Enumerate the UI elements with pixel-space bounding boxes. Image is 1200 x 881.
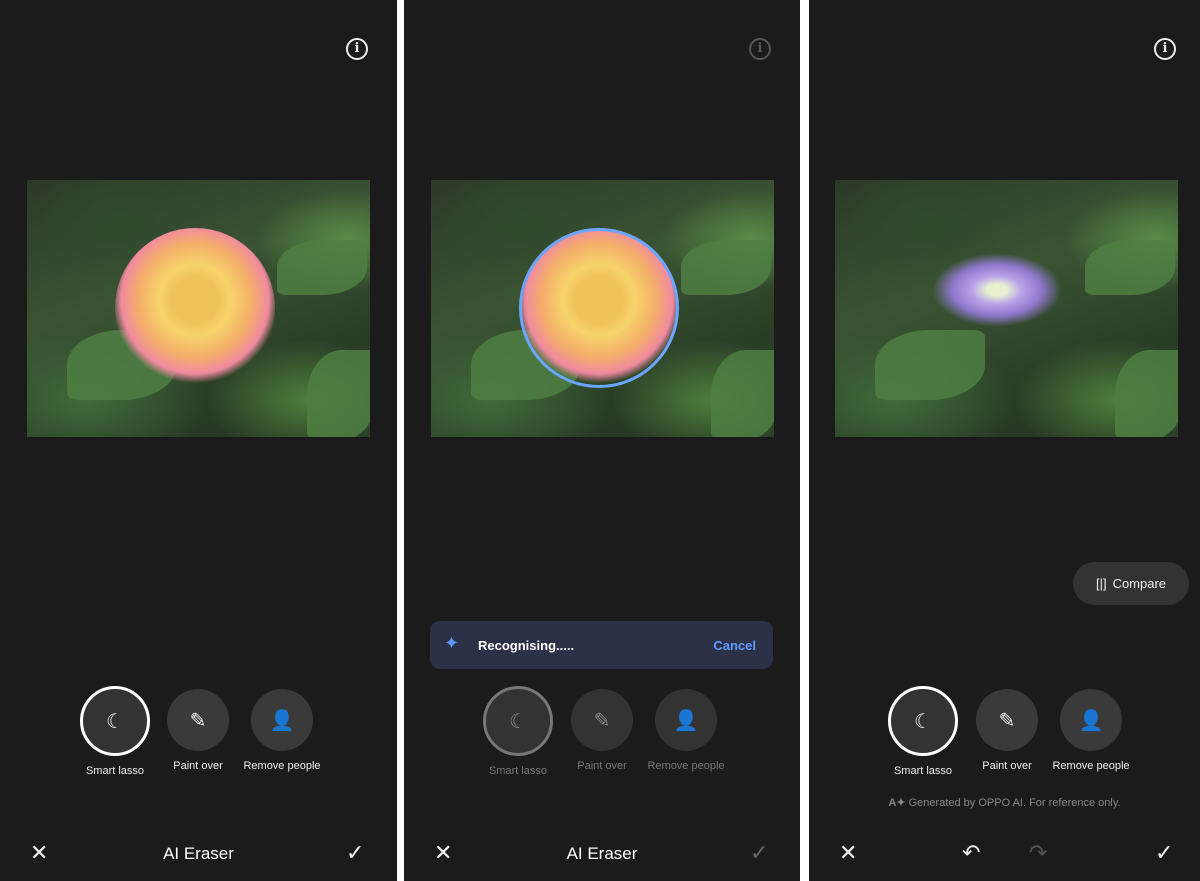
paint-over-icon: ✎ (571, 689, 633, 751)
smart-lasso-button[interactable]: ☾ Smart lasso (70, 686, 160, 777)
cancel-button[interactable]: Cancel (713, 638, 756, 653)
screen-select-tool: i ☾ Smart lasso ✎ Paint over 👤 Remove peopl… (0, 0, 397, 881)
remove-people-button[interactable]: 👤 Remove people (237, 686, 327, 772)
sparkle-icon: ✦ (444, 633, 460, 653)
paint-over-icon: ✎ (167, 689, 229, 751)
compare-button[interactable]: [|] Compare (1073, 562, 1189, 605)
smart-lasso-icon: ☾ (80, 686, 150, 756)
confirm-icon[interactable]: ✓ (1155, 840, 1173, 866)
generated-flower (927, 250, 1067, 330)
paint-over-button[interactable]: ✎ Paint over (153, 686, 243, 772)
photo-result (835, 180, 1178, 437)
photo-preview (431, 180, 774, 437)
info-icon[interactable]: i (346, 38, 368, 60)
smart-lasso-button: ☾ Smart lasso (473, 686, 563, 777)
recognising-toast: ✦ Recognising..... Cancel (430, 621, 773, 669)
smart-lasso-icon: ☾ (483, 686, 553, 756)
remove-people-button[interactable]: 👤 Remove people (1046, 686, 1136, 772)
confirm-icon: ✓ (750, 840, 769, 865)
toast-message: Recognising..... (478, 638, 575, 653)
paint-over-button[interactable]: ✎ Paint over (962, 686, 1052, 772)
smart-lasso-icon: ☾ (888, 686, 958, 756)
ai-icon: A✦ (888, 797, 906, 809)
remove-people-button: 👤 Remove people (641, 686, 731, 772)
info-icon: i (749, 38, 771, 60)
confirm-icon[interactable]: ✓ (346, 840, 364, 866)
compare-icon: [|] (1095, 576, 1107, 591)
photo-preview[interactable] (27, 180, 370, 437)
ai-disclaimer: A✦ Generated by OPPO AI. For reference o… (888, 797, 1121, 809)
redo-icon: ↷ (1029, 840, 1048, 865)
paint-over-icon: ✎ (976, 689, 1038, 751)
smart-lasso-button[interactable]: ☾ Smart lasso (878, 686, 968, 777)
screen-result: i [|] Compare ☾ Smart lasso ✎ Paint over 👤… (809, 0, 1200, 881)
selection-outline (519, 228, 679, 388)
page-title: AI Eraser (566, 844, 638, 863)
screen-recognising: i ✦ Recognising..... Cancel ☾ Smart lasso… (404, 0, 800, 881)
page-title: AI Eraser (163, 844, 234, 863)
remove-people-icon: 👤 (251, 689, 313, 751)
info-icon[interactable]: i (1154, 38, 1176, 60)
paint-over-button: ✎ Paint over (557, 686, 647, 772)
undo-icon[interactable]: ↶ (962, 840, 980, 866)
remove-people-icon: 👤 (1060, 689, 1122, 751)
remove-people-icon: 👤 (655, 689, 717, 751)
flower-object[interactable] (115, 228, 275, 388)
close-icon[interactable]: ✕ (839, 840, 857, 866)
